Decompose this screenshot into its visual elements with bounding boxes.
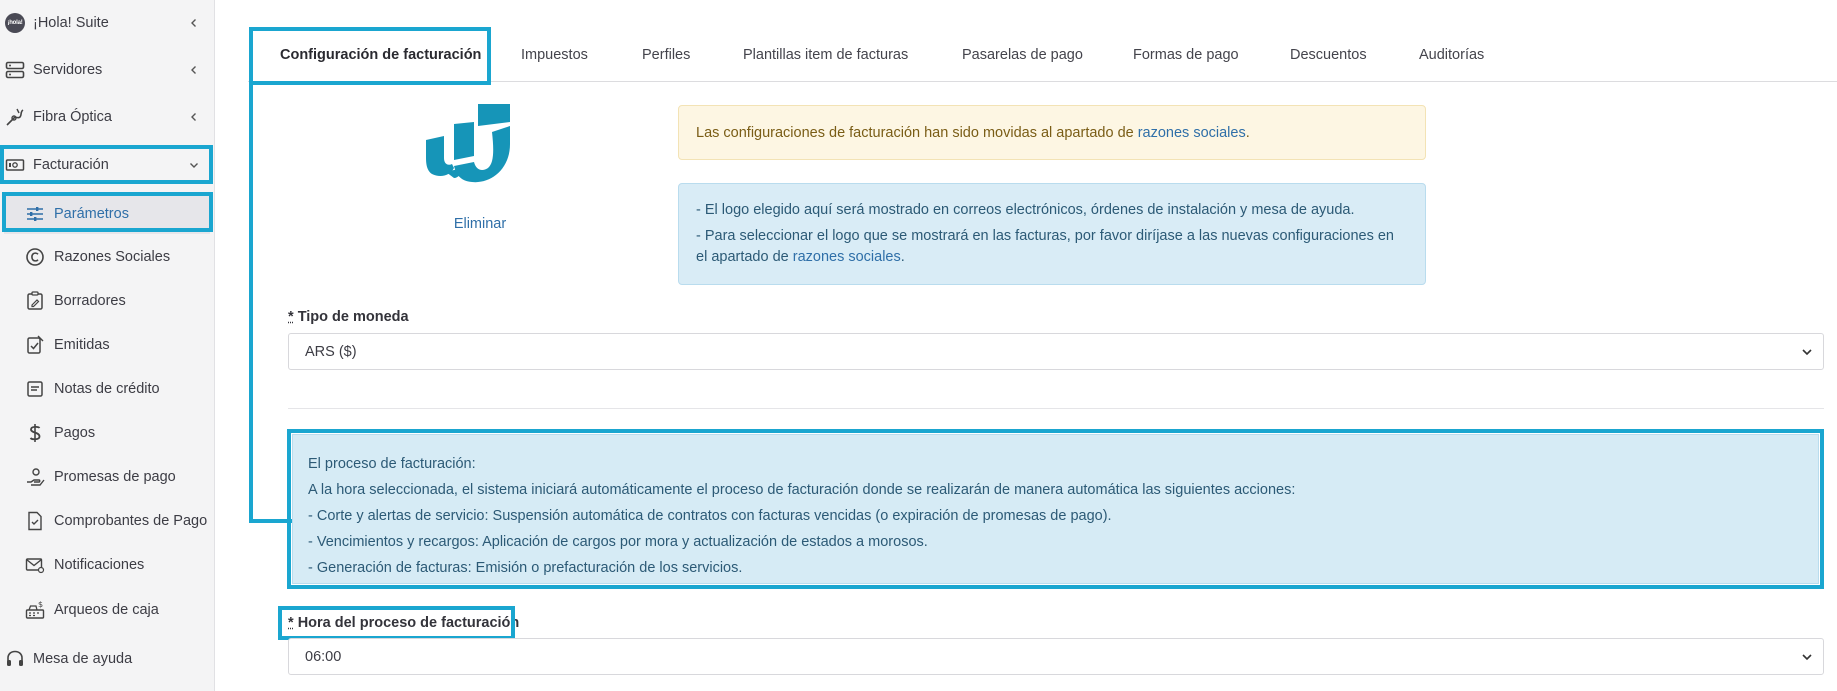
process-line: - Vencimientos y recargos: Aplicación de… bbox=[308, 534, 928, 550]
highlight-bracket-horizontal bbox=[249, 519, 293, 523]
sidebar-item-label: Notas de crédito bbox=[54, 381, 160, 397]
sidebar-item-facturacion[interactable]: Facturación bbox=[0, 144, 214, 186]
sidebar-item-label: Mesa de ayuda bbox=[33, 651, 133, 667]
currency-select[interactable]: ARS ($) bbox=[288, 333, 1824, 370]
sidebar-item-label: Borradores bbox=[54, 293, 126, 309]
razones-sociales-link[interactable]: razones sociales bbox=[793, 249, 901, 265]
svg-text:$: $ bbox=[38, 600, 43, 609]
sidebar: ¡hola! ¡Hola! Suite Servidores Fibra Ópt… bbox=[0, 0, 215, 691]
chevron-left-icon bbox=[188, 17, 200, 29]
sidebar-item-label: Pagos bbox=[54, 425, 96, 441]
tab-pasarelas-pago[interactable]: Pasarelas de pago bbox=[962, 28, 1083, 82]
sidebar-item-label: Emitidas bbox=[54, 337, 110, 353]
moved-settings-alert: Las configuraciones de facturación han s… bbox=[678, 105, 1426, 160]
sidebar-item-emitidas[interactable]: Emitidas bbox=[4, 325, 210, 365]
chevron-down-icon bbox=[1801, 346, 1813, 358]
sidebar-item-label: ¡Hola! Suite bbox=[33, 15, 109, 31]
sidebar-item-label: Servidores bbox=[33, 62, 103, 78]
tab-auditorias[interactable]: Auditorías bbox=[1419, 28, 1484, 82]
billing-hour-label: * Hora del proceso de facturación bbox=[288, 615, 519, 631]
chevron-left-icon bbox=[188, 111, 200, 123]
sidebar-item-pagos[interactable]: Pagos bbox=[4, 413, 210, 453]
sidebar-item-label: Comprobantes de Pago bbox=[54, 513, 208, 529]
tab-bar: Configuración de facturación Impuestos P… bbox=[248, 28, 1837, 82]
process-line: - Corte y alertas de servicio: Suspensió… bbox=[308, 508, 1112, 524]
sidebar-item-borradores[interactable]: Borradores bbox=[4, 281, 210, 321]
required-mark: * bbox=[288, 615, 294, 631]
sidebar-item-label: Parámetros bbox=[54, 206, 129, 222]
alert-text: Las configuraciones de facturación han s… bbox=[696, 124, 1134, 141]
tab-formas-pago[interactable]: Formas de pago bbox=[1133, 28, 1239, 82]
server-icon bbox=[4, 59, 26, 81]
currency-label: * Tipo de moneda bbox=[288, 309, 409, 325]
sidebar-item-label: Arqueos de caja bbox=[54, 602, 159, 618]
sidebar-item-notificaciones[interactable]: Notificaciones bbox=[4, 545, 210, 585]
tab-perfiles[interactable]: Perfiles bbox=[642, 28, 690, 82]
chevron-down-icon bbox=[1801, 651, 1813, 663]
sidebar-item-arqueos[interactable]: $ Arqueos de caja bbox=[4, 590, 210, 630]
billing-hour-label-text: Hora del proceso de facturación bbox=[297, 615, 520, 631]
info-line-end: . bbox=[900, 249, 905, 265]
billing-icon bbox=[4, 154, 26, 176]
dollar-icon bbox=[24, 422, 46, 444]
hola-logo-icon: ¡hola! bbox=[4, 12, 26, 34]
credit-note-icon bbox=[24, 378, 46, 400]
headset-icon bbox=[4, 648, 26, 670]
sidebar-item-servidores[interactable]: Servidores bbox=[0, 49, 214, 91]
receipt-icon bbox=[24, 510, 46, 532]
tab-configuracion-facturacion[interactable]: Configuración de facturación bbox=[280, 28, 481, 82]
sliders-icon bbox=[24, 203, 46, 225]
copyright-icon bbox=[24, 246, 46, 268]
draft-icon bbox=[24, 290, 46, 312]
tab-descuentos[interactable]: Descuentos bbox=[1290, 28, 1367, 82]
fiber-icon bbox=[4, 106, 26, 128]
hand-coin-icon bbox=[24, 466, 46, 488]
process-line: El proceso de facturación: bbox=[308, 456, 476, 472]
sidebar-item-parametros[interactable]: Parámetros bbox=[4, 194, 210, 234]
sidebar-item-mesa-ayuda[interactable]: Mesa de ayuda bbox=[0, 638, 214, 680]
tab-plantillas[interactable]: Plantillas item de facturas bbox=[743, 28, 908, 82]
alert-text-end: . bbox=[1245, 124, 1250, 141]
sidebar-item-razones-sociales[interactable]: Razones Sociales bbox=[4, 237, 210, 277]
main-content: Configuración de facturación Impuestos P… bbox=[248, 0, 1837, 691]
company-logo bbox=[420, 100, 540, 190]
sidebar-item-label: Fibra Óptica bbox=[33, 109, 112, 125]
billing-hour-selected-value: 06:00 bbox=[305, 648, 342, 665]
process-line: A la hora seleccionada, el sistema inici… bbox=[308, 482, 1296, 498]
delete-logo-link[interactable]: Eliminar bbox=[440, 216, 520, 232]
sidebar-item-fibra-optica[interactable]: Fibra Óptica bbox=[0, 96, 214, 138]
required-mark: * bbox=[288, 309, 294, 325]
sidebar-item-label: Notificaciones bbox=[54, 557, 145, 573]
process-line: - Generación de facturas: Emisión o pref… bbox=[308, 560, 743, 576]
sidebar-item-promesas-pago[interactable]: Promesas de pago bbox=[4, 457, 210, 497]
info-line: - Para seleccionar el logo que se mostra… bbox=[696, 226, 1408, 268]
section-divider bbox=[288, 408, 1824, 409]
chevron-down-icon bbox=[188, 159, 200, 171]
info-line: - El logo elegido aquí será mostrado en … bbox=[696, 202, 1355, 218]
issued-icon bbox=[24, 334, 46, 356]
sidebar-item-label: Razones Sociales bbox=[54, 249, 171, 265]
highlight-bracket-vertical bbox=[249, 83, 253, 523]
billing-hour-select[interactable]: 06:00 bbox=[288, 638, 1824, 675]
sidebar-item-hola-suite[interactable]: ¡hola! ¡Hola! Suite bbox=[0, 2, 214, 44]
mail-icon bbox=[24, 554, 46, 576]
sidebar-item-notas-credito[interactable]: Notas de crédito bbox=[4, 369, 210, 409]
sidebar-item-label: Facturación bbox=[33, 157, 109, 173]
tab-impuestos[interactable]: Impuestos bbox=[521, 28, 588, 82]
billing-process-info: El proceso de facturación: A la hora sel… bbox=[292, 434, 1819, 584]
sidebar-item-label: Promesas de pago bbox=[54, 469, 176, 485]
chevron-left-icon bbox=[188, 64, 200, 76]
currency-label-text: Tipo de moneda bbox=[297, 309, 409, 325]
sidebar-item-comprobantes[interactable]: Comprobantes de Pago bbox=[4, 501, 210, 541]
razones-sociales-link[interactable]: razones sociales bbox=[1138, 125, 1246, 141]
currency-selected-value: ARS ($) bbox=[305, 343, 357, 360]
cash-register-icon: $ bbox=[24, 599, 46, 621]
logo-info-alert: - El logo elegido aquí será mostrado en … bbox=[678, 183, 1426, 285]
